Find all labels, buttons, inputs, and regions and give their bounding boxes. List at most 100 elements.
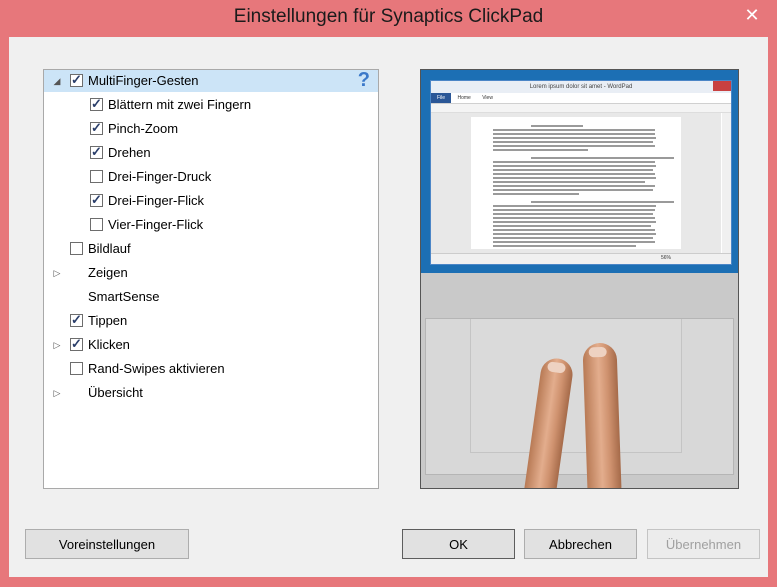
wordpad-zoom: 56% [660, 255, 671, 261]
document-text-line [493, 149, 588, 151]
document-text-line [531, 125, 584, 127]
wordpad-ruler [431, 104, 731, 113]
wordpad-tab-view: View [482, 95, 493, 101]
wordpad-title-text: Lorem ipsum dolor sit amet - WordPad [529, 84, 633, 90]
wordpad-statusbar: 56% [431, 253, 731, 264]
tree-item-label: Zeigen [88, 265, 128, 280]
tree-item-checkbox[interactable] [70, 312, 83, 328]
wordpad-page [471, 117, 681, 249]
document-text-line [493, 133, 655, 135]
tree-item-label: Blättern mit zwei Fingern [108, 97, 252, 112]
document-text-line [493, 225, 651, 227]
tree-item[interactable]: Drei-Finger-Flick [44, 190, 378, 212]
tree-item-label: Drei-Finger-Flick [108, 193, 205, 208]
tree-item[interactable]: ▷ Zeigen [44, 262, 378, 284]
tree-item-label: MultiFinger-Gesten [88, 73, 199, 88]
tree-item-checkbox[interactable] [90, 96, 103, 112]
tree-item-checkbox[interactable] [70, 362, 83, 375]
document-text-line [493, 237, 653, 239]
window-title: Einstellungen für Synaptics ClickPad [233, 6, 544, 27]
collapsed-arrow-icon[interactable]: ▷ [52, 388, 62, 398]
settings-tree: ▷ Übersicht Rand-Swipes aktivieren ▷ Klicken… [43, 69, 379, 489]
document-text-line [531, 201, 674, 203]
tree-item[interactable]: Drehen [44, 142, 378, 164]
tree-item-checkbox[interactable] [90, 120, 103, 136]
wordpad-scrollbar [722, 113, 731, 253]
document-text-line [493, 161, 655, 163]
tree-item[interactable]: Vier-Finger-Flick [44, 214, 378, 236]
tree-item[interactable]: Blättern mit zwei Fingern [44, 94, 378, 116]
document-text-line [493, 137, 657, 139]
wordpad-title: Lorem ipsum dolor sit amet - WordPad [431, 81, 731, 93]
fingernail-right [588, 346, 607, 358]
touchpad-inner [470, 319, 682, 453]
document-text-line [531, 157, 674, 159]
dialog-window: Einstellungen für Synaptics ClickPad ✕ ▷… [0, 0, 777, 587]
tree-item-label: Drei-Finger-Druck [108, 169, 212, 184]
collapsed-arrow-icon[interactable]: ▷ [52, 268, 62, 278]
ok-button[interactable]: OK [402, 529, 515, 559]
document-text-line [493, 193, 579, 195]
document-text-line [493, 141, 653, 143]
tree-item-label: Klicken [88, 337, 130, 352]
document-text-line [493, 229, 655, 231]
touchpad-area [421, 273, 738, 488]
tree-item-checkbox[interactable] [90, 192, 103, 208]
help-icon[interactable]: ? [358, 69, 370, 92]
document-text-line [493, 165, 657, 167]
tree-item[interactable]: ▷ Übersicht [44, 382, 378, 404]
close-icon[interactable]: ✕ [737, 3, 767, 27]
tree-item[interactable]: SmartSense [44, 286, 378, 308]
wordpad-tab-home: Home [457, 95, 471, 101]
document-text-line [493, 241, 655, 243]
document-text-line [493, 213, 653, 215]
tree-item[interactable]: Tippen [44, 310, 378, 332]
tree-item-label: SmartSense [88, 289, 160, 304]
preview-screen: Lorem ipsum dolor sit amet - WordPad Fil… [421, 70, 738, 273]
document-text-line [493, 205, 657, 207]
tree-item-label: Pinch-Zoom [108, 121, 179, 136]
collapsed-arrow-icon[interactable]: ▷ [52, 340, 62, 350]
document-text-line [493, 169, 653, 171]
fingernail-left [546, 361, 567, 374]
tree-item[interactable]: Drei-Finger-Druck [44, 166, 378, 188]
document-text-line [493, 129, 655, 131]
document-text-line [493, 177, 657, 179]
tree-item-label: Tippen [88, 313, 128, 328]
tree-item-checkbox[interactable] [90, 218, 103, 231]
tree-item-checkbox[interactable] [90, 170, 103, 183]
document-text-line [493, 245, 636, 247]
tree-item-label: Vier-Finger-Flick [108, 217, 204, 232]
document-text-line [493, 217, 655, 219]
wordpad-document-area [431, 113, 721, 253]
document-text-line [493, 185, 655, 187]
title-bar: Einstellungen für Synaptics ClickPad ✕ [0, 0, 777, 36]
tree-item[interactable]: ▷ Klicken [44, 334, 378, 356]
document-text-line [493, 181, 645, 183]
preview-panel: Lorem ipsum dolor sit amet - WordPad Fil… [420, 69, 739, 489]
tree-item-label: Rand-Swipes aktivieren [88, 361, 225, 376]
tree-item[interactable]: Pinch-Zoom [44, 118, 378, 140]
document-text-line [493, 173, 655, 175]
tree-item-label: Drehen [108, 145, 151, 160]
tree-item-checkbox[interactable] [70, 336, 83, 352]
tree-item[interactable]: Rand-Swipes aktivieren [44, 358, 378, 380]
apply-button[interactable]: Übernehmen [647, 529, 760, 559]
tree-item[interactable]: Bildlauf [44, 238, 378, 260]
wordpad-window: Lorem ipsum dolor sit amet - WordPad Fil… [430, 80, 732, 265]
wordpad-close-icon [713, 81, 731, 91]
expanded-arrow-icon[interactable]: ◢ [52, 76, 62, 86]
document-text-line [493, 145, 655, 147]
tree-item[interactable]: ◢ MultiFinger-Gesten [44, 70, 378, 92]
dialog-client: ▷ Übersicht Rand-Swipes aktivieren ▷ Klicken… [9, 37, 768, 577]
finger-right [582, 342, 622, 488]
tree-item-checkbox[interactable] [70, 72, 83, 88]
wordpad-tab-file: File [431, 93, 452, 103]
cancel-button[interactable]: Abbrechen [524, 529, 637, 559]
touchpad-surface [425, 318, 734, 475]
tree-item-label: Übersicht [88, 385, 143, 400]
defaults-button[interactable]: Voreinstellungen [25, 529, 189, 559]
document-text-line [493, 233, 657, 235]
tree-item-checkbox[interactable] [90, 144, 103, 160]
tree-item-checkbox[interactable] [70, 242, 83, 255]
